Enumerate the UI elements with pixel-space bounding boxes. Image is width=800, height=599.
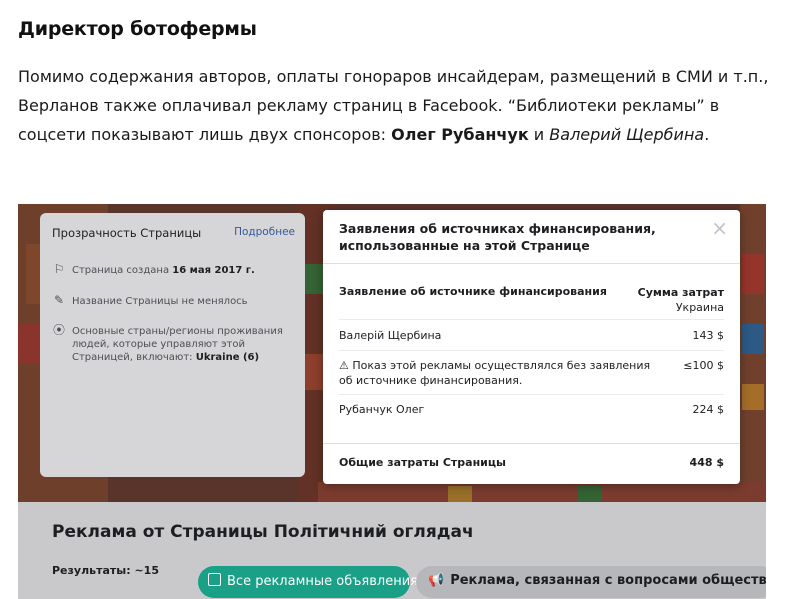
- dialog-divider: [323, 263, 740, 264]
- paragraph-end: .: [704, 125, 710, 144]
- page-transparency-panel: Прозрачность Страницы Подробнее ⚐ Страни…: [40, 213, 305, 477]
- flag-icon: ⚐: [53, 262, 65, 276]
- transparency-title: Прозрачность Страницы: [52, 226, 202, 240]
- total-label: Общие затраты Страницы: [339, 456, 506, 469]
- paragraph-conjunction: и: [528, 125, 550, 144]
- total-spend-row: Общие затраты Страницы 448 $: [339, 456, 724, 469]
- filter-social-label: Реклама, связанная с вопросами обществен…: [450, 573, 766, 588]
- funding-amount: 143 $: [692, 329, 725, 342]
- funding-amount: ≤100 $: [683, 359, 724, 372]
- sponsor-name-bold: Олег Рубанчук: [391, 125, 529, 144]
- funding-amount: 224 $: [692, 403, 725, 416]
- ads-list-icon: [208, 573, 221, 586]
- row-divider: [339, 350, 724, 351]
- created-date: 16 мая 2017 г.: [172, 265, 255, 276]
- funding-source-name: Рубанчук Олег: [339, 403, 425, 416]
- name-unchanged-text: Название Страницы не менялось: [72, 296, 248, 307]
- filter-social-issues-button[interactable]: 📢 Реклама, связанная с вопросами обществе…: [416, 566, 766, 598]
- countries-value: Ukraine (6): [195, 352, 260, 363]
- results-count: Результаты: ~15: [52, 564, 159, 577]
- funding-source-name: Валерій Щербина: [339, 329, 442, 342]
- amount-header-country: Украина: [675, 301, 724, 314]
- ads-section-title: Реклама от Страницы Політичний оглядач: [52, 522, 474, 542]
- row-divider: [339, 394, 724, 395]
- row-divider: [339, 319, 724, 320]
- statement-column-header: Заявление об источнике финансирования: [339, 285, 607, 298]
- amount-column-header: Сумма затрат Украина: [638, 285, 724, 315]
- more-link[interactable]: Подробнее: [234, 226, 295, 238]
- article-paragraph: Помимо содержания авторов, оплаты гонора…: [18, 62, 770, 149]
- created-label: Страница создана: [72, 265, 170, 276]
- close-icon[interactable]: ×: [711, 218, 728, 238]
- dialog-title: Заявления об источниках финансирования, …: [339, 221, 656, 253]
- total-value: 448 $: [689, 456, 724, 469]
- dialog-divider: [323, 443, 740, 444]
- article-heading: Директор ботофермы: [18, 18, 257, 40]
- history-edit-icon: ✎: [53, 293, 65, 307]
- location-pin-icon: ⦿: [52, 323, 65, 337]
- funding-disclaimers-dialog: Заявления об источниках финансирования, …: [323, 210, 740, 484]
- filter-all-ads-button[interactable]: Все рекламные объявления: [198, 566, 418, 598]
- megaphone-icon: 📢: [428, 573, 445, 588]
- funding-source-name: ⚠ Показ этой рекламы осуществлялся без з…: [339, 359, 651, 387]
- ads-section: Реклама от Страницы Політичний оглядач Р…: [18, 502, 766, 599]
- amount-header-label: Сумма затрат: [637, 286, 724, 299]
- sponsor-name-italic: Валерий Щербина: [549, 125, 705, 144]
- filter-all-label: Все рекламные объявления: [227, 574, 418, 589]
- facebook-screenshot: Прозрачность Страницы Подробнее ⚐ Страни…: [18, 204, 766, 599]
